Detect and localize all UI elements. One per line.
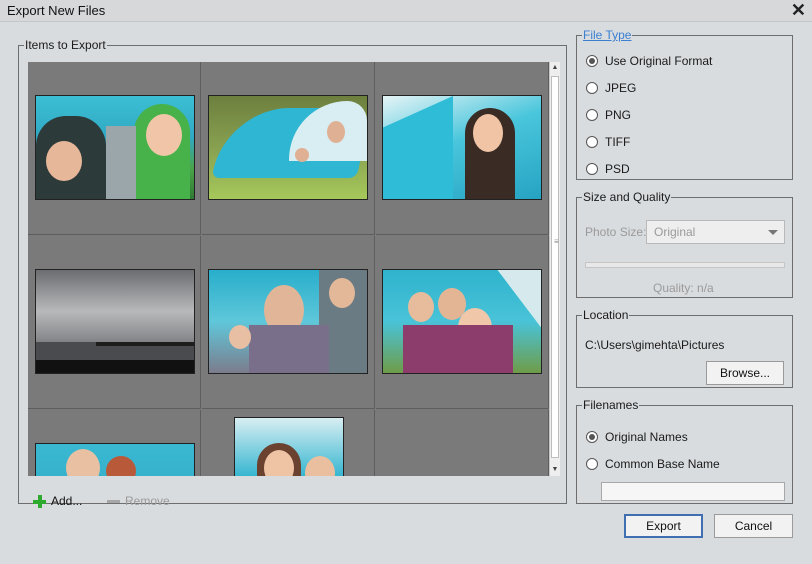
- plus-icon: [33, 494, 46, 508]
- radio-tiff[interactable]: TIFF: [586, 135, 630, 149]
- grid-cell[interactable]: [28, 236, 201, 409]
- remove-button: Remove: [107, 494, 170, 508]
- thumbnail-girl-in-tent[interactable]: [382, 95, 542, 200]
- thumbnail-grid[interactable]: [28, 62, 549, 476]
- location-legend: Location: [583, 308, 629, 322]
- thumbnail-family-in-tent[interactable]: [208, 269, 368, 374]
- grid-cell[interactable]: [376, 236, 549, 409]
- grid-cell[interactable]: [202, 62, 375, 235]
- thumbnail-pier-cloudy-sky[interactable]: [35, 269, 195, 374]
- scroll-down-arrow-icon[interactable]: ▼: [550, 464, 560, 476]
- size-and-quality-group: Size and Quality Photo Size: Original Qu…: [576, 190, 793, 298]
- add-button[interactable]: Add...: [33, 494, 82, 508]
- photo-size-value: Original: [654, 225, 696, 239]
- minus-icon: [107, 499, 120, 503]
- filenames-legend: Filenames: [583, 398, 639, 412]
- items-to-export-group: Items to Export ▲ ≡ ▼ Add... Remove: [18, 38, 567, 508]
- location-group: Location C:\Users\gimehta\Pictures Brows…: [576, 308, 793, 388]
- add-label: Add...: [51, 494, 83, 508]
- radio-button[interactable]: [586, 163, 598, 175]
- grid-cell[interactable]: [28, 410, 201, 476]
- location-path: C:\Users\gimehta\Pictures: [585, 338, 725, 352]
- size-quality-legend: Size and Quality: [583, 190, 671, 204]
- radio-original-names[interactable]: Original Names: [586, 430, 688, 444]
- radio-label: PSD: [605, 162, 630, 176]
- export-button[interactable]: Export: [624, 514, 703, 538]
- radio-common-base-name[interactable]: Common Base Name: [586, 457, 720, 471]
- photo-size-select: Original: [646, 220, 785, 244]
- radio-button[interactable]: [586, 458, 598, 470]
- thumbnail-two-girls-sleeping-bag[interactable]: [35, 95, 195, 200]
- radio-label: Original Names: [605, 430, 688, 444]
- grid-cell[interactable]: [376, 62, 549, 235]
- thumbnail-girls-with-mother-in-tent[interactable]: [382, 269, 542, 374]
- scroll-up-arrow-icon[interactable]: ▲: [550, 62, 560, 74]
- items-legend: Items to Export: [25, 38, 106, 52]
- photo-size-label: Photo Size:: [585, 225, 647, 239]
- radio-psd[interactable]: PSD: [586, 162, 630, 176]
- radio-label: TIFF: [605, 135, 631, 149]
- radio-label: Use Original Format: [605, 54, 713, 68]
- scroll-thumb[interactable]: ≡: [551, 76, 559, 458]
- grid-cell[interactable]: [202, 410, 375, 476]
- thumbnail-girl-laughing-in-tent[interactable]: [35, 443, 195, 476]
- radio-png[interactable]: PNG: [586, 108, 631, 122]
- grid-cell[interactable]: [28, 62, 201, 235]
- cancel-button[interactable]: Cancel: [714, 514, 793, 538]
- grid-cell[interactable]: [376, 410, 549, 476]
- radio-button[interactable]: [586, 136, 598, 148]
- radio-use-original-format[interactable]: Use Original Format: [586, 54, 712, 68]
- close-icon[interactable]: ✕: [791, 0, 806, 20]
- remove-label: Remove: [125, 494, 170, 508]
- filenames-group: Filenames Original Names Common Base Nam…: [576, 398, 793, 504]
- file-type-group: File Type Use Original Format JPEG PNG T…: [576, 28, 793, 180]
- thumbnail-tent-on-grass[interactable]: [208, 95, 368, 200]
- radio-label: Common Base Name: [605, 457, 720, 471]
- thumbnail-mother-and-daughter-in-tent[interactable]: [234, 417, 344, 476]
- radio-label: PNG: [605, 108, 632, 122]
- vertical-scrollbar[interactable]: ▲ ≡ ▼: [549, 62, 560, 476]
- browse-button[interactable]: Browse...: [706, 361, 784, 385]
- chevron-down-icon: [768, 230, 778, 235]
- quality-label: Quality: n/a: [653, 281, 714, 295]
- radio-button-checked[interactable]: [586, 55, 598, 67]
- base-name-input[interactable]: [601, 482, 785, 501]
- radio-button[interactable]: [586, 109, 598, 121]
- quality-slider: [585, 262, 785, 268]
- radio-button[interactable]: [586, 82, 598, 94]
- radio-button-checked[interactable]: [586, 431, 598, 443]
- title-bar: Export New Files ✕: [0, 0, 812, 22]
- grid-cell[interactable]: [202, 236, 375, 409]
- file-type-legend: File Type: [583, 28, 632, 42]
- window-title: Export New Files: [7, 3, 106, 18]
- scroll-grip-icon: ≡: [554, 237, 559, 246]
- radio-jpeg[interactable]: JPEG: [586, 81, 636, 95]
- radio-label: JPEG: [605, 81, 637, 95]
